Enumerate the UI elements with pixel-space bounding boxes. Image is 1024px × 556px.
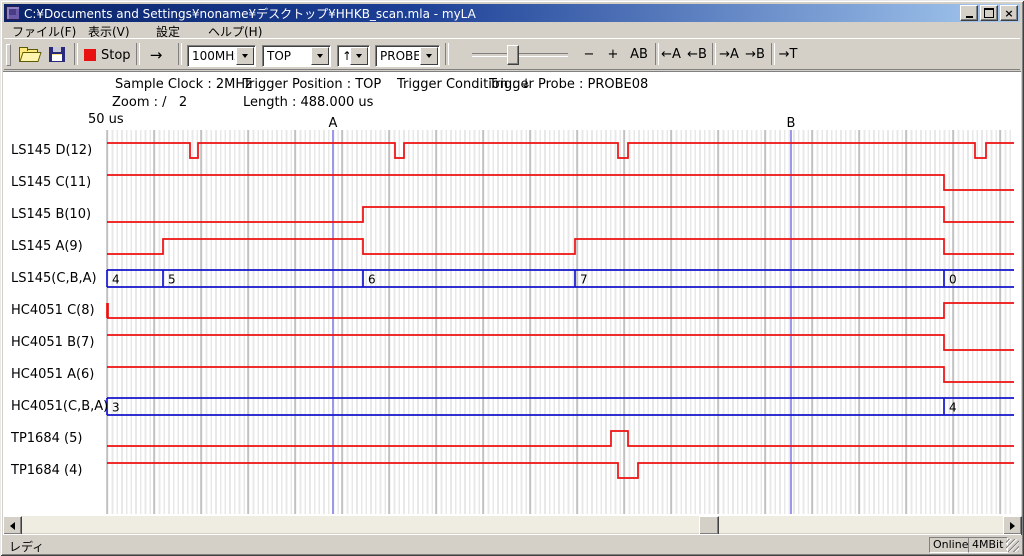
trigger-probe-value: PROBE00 — [376, 49, 419, 63]
statusbar: レディ Online 4MBit — [3, 534, 1021, 554]
sample-clock-value: 100MHz — [188, 49, 235, 63]
info-length: Length : 488.000 us — [243, 95, 373, 110]
zoom-slider-thumb[interactable] — [507, 45, 519, 65]
channel-label: HC4051 C(8) — [11, 303, 95, 319]
app-window: C:¥Documents and Settings¥noname¥デスクトップ¥… — [0, 0, 1024, 556]
status-memory: 4MBit — [968, 537, 1008, 553]
channel-label: LS145 A(9) — [11, 239, 83, 255]
next-a-button[interactable]: →A — [717, 46, 741, 64]
sample-clock-combo[interactable]: 100MHz — [187, 45, 256, 67]
dropdown-arrow-icon[interactable] — [311, 47, 329, 65]
save-file-button[interactable] — [44, 43, 70, 66]
next-b-button[interactable]: →B — [743, 46, 767, 64]
stop-label: Stop — [101, 48, 131, 63]
toolbar-separator — [178, 43, 182, 65]
scroll-left-button[interactable] — [3, 516, 22, 535]
close-icon: × — [1004, 8, 1013, 19]
scrollbar-thumb[interactable] — [699, 516, 719, 535]
status-message: レディ — [9, 538, 44, 555]
info-trigger-position: Trigger Position : TOP — [243, 77, 381, 92]
channel-label: HC4051(C,B,A) — [11, 399, 108, 415]
run-button[interactable]: → — [142, 46, 170, 64]
close-button[interactable]: × — [1000, 5, 1018, 21]
titlebar[interactable]: C:¥Documents and Settings¥noname¥デスクトップ¥… — [4, 4, 1020, 22]
prev-b-button[interactable]: ←B — [685, 46, 709, 64]
trigger-edge-value: ↑ — [338, 49, 349, 63]
dropdown-arrow-icon[interactable] — [350, 47, 368, 65]
zoom-in-button[interactable]: + — [602, 46, 624, 64]
channel-label: LS145(C,B,A) — [11, 271, 97, 287]
info-trigger-probe: Trigger Probe : PROBE08 — [489, 77, 648, 92]
toolbar-separator — [712, 43, 716, 65]
window-title: C:¥Documents and Settings¥noname¥デスクトップ¥… — [24, 5, 960, 22]
toolbar-grip[interactable] — [6, 44, 11, 66]
sample-grid-stripes — [107, 130, 1014, 514]
minimize-icon — [966, 16, 973, 18]
stop-button[interactable]: Stop — [84, 46, 131, 64]
toolbar-separator — [771, 43, 775, 65]
zoom-out-button[interactable]: − — [578, 46, 600, 64]
toolbar-separator — [136, 43, 140, 65]
save-floppy-icon — [49, 47, 65, 62]
resize-grip[interactable] — [1006, 539, 1019, 552]
channel-label: HC4051 A(6) — [11, 367, 94, 383]
dropdown-arrow-icon[interactable] — [420, 47, 438, 65]
channel-label: TP1684 (4) — [11, 463, 82, 479]
trigger-edge-combo[interactable]: ↑ — [337, 45, 370, 67]
minimize-button[interactable] — [960, 5, 978, 21]
scroll-right-icon — [1010, 522, 1015, 530]
maximize-button[interactable] — [980, 5, 998, 21]
trigger-position-combo[interactable]: TOP — [262, 45, 331, 67]
zoom-slider-track[interactable] — [472, 53, 568, 57]
trigger-probe-combo[interactable]: PROBE00 — [375, 45, 440, 67]
app-icon — [6, 6, 20, 20]
toolbar-separator — [445, 43, 449, 65]
menubar: ファイル(F) 表示(V) 設定 ヘルプ(H) — [4, 22, 1020, 38]
toolbar-separator — [74, 43, 78, 65]
info-sample-clock: Sample Clock : 2MHz — [115, 77, 252, 92]
scroll-left-icon — [10, 522, 15, 530]
open-folder-icon — [19, 48, 39, 62]
window-controls: × — [960, 5, 1018, 21]
channel-label: LS145 B(10) — [11, 207, 91, 223]
toolbar: Stop → 100MHz TOP ↑ PROBE00 − + AB ←A ←B — [4, 38, 1020, 70]
channel-label: LS145 D(12) — [11, 143, 92, 159]
stop-icon — [84, 49, 96, 61]
timebase-label: 50 us — [88, 112, 124, 127]
maximize-icon — [984, 8, 994, 18]
goto-trigger-button[interactable]: →T — [776, 46, 800, 64]
channel-label: LS145 C(11) — [11, 175, 91, 191]
prev-a-button[interactable]: ←A — [659, 46, 683, 64]
scroll-right-button[interactable] — [1003, 516, 1022, 535]
info-zoom: Zoom : / 2 — [112, 95, 187, 110]
trigger-position-value: TOP — [263, 49, 310, 63]
ab-range-button[interactable]: AB — [626, 46, 652, 64]
channel-label: TP1684 (5) — [11, 431, 82, 447]
horizontal-scrollbar[interactable] — [3, 516, 1021, 533]
dropdown-arrow-icon[interactable] — [236, 47, 254, 65]
status-online: Online — [929, 537, 969, 553]
channel-label: HC4051 B(7) — [11, 335, 94, 351]
open-file-button[interactable] — [16, 43, 42, 66]
